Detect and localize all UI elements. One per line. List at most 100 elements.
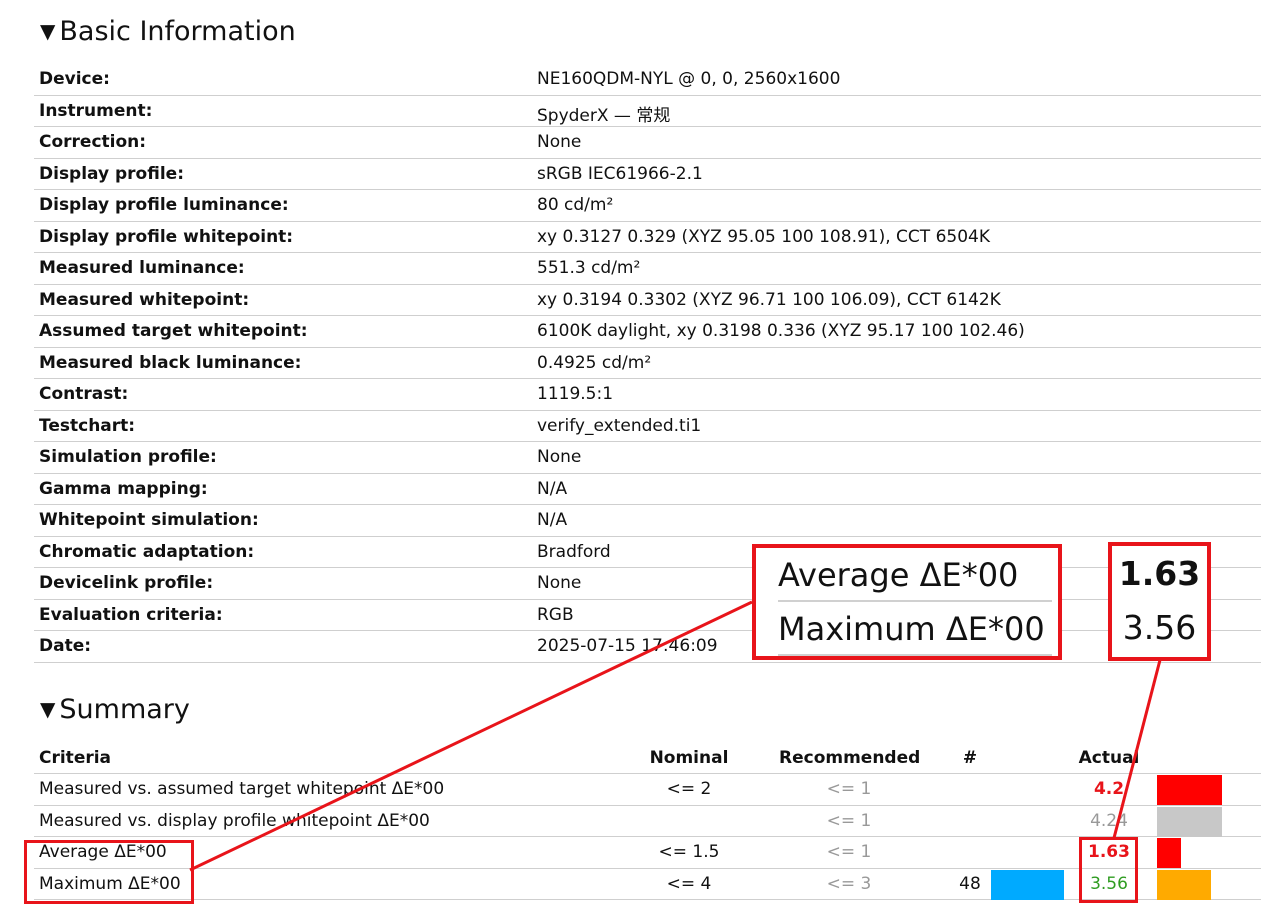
header-count: # bbox=[962, 748, 978, 768]
info-label: Display profile: bbox=[39, 163, 184, 184]
info-label: Device: bbox=[39, 69, 110, 89]
info-row: Assumed target whitepoint: 6100K daylight… bbox=[34, 316, 1261, 348]
info-label: Display profile luminance: bbox=[39, 195, 289, 215]
callout-zoom-values: 1.63 3.56 bbox=[1108, 542, 1211, 661]
info-label: Measured whitepoint: bbox=[39, 289, 250, 310]
summary-recommended: <= 1 bbox=[826, 842, 872, 862]
info-label: Whitepoint simulation: bbox=[39, 510, 259, 530]
info-value: N/A bbox=[537, 510, 568, 530]
header-actual: Actual bbox=[1078, 748, 1140, 768]
info-row: Gamma mapping: N/A bbox=[34, 474, 1261, 505]
callout-divider bbox=[778, 654, 1052, 656]
result-bar bbox=[1157, 869, 1211, 900]
summary-count: 48 bbox=[959, 873, 981, 894]
info-row: Devicelink profile: None bbox=[34, 568, 1261, 600]
info-row: Chromatic adaptation: Bradford bbox=[34, 537, 1261, 568]
info-row: Display profile whitepoint: xy 0.3127 0.3… bbox=[34, 222, 1261, 253]
header-recommended: Recommended bbox=[779, 748, 921, 768]
info-label: Devicelink profile: bbox=[39, 573, 214, 593]
callout-label-average: Average ΔE*00 bbox=[778, 556, 1019, 594]
result-bar bbox=[1157, 775, 1222, 805]
info-label: Date: bbox=[39, 636, 92, 656]
info-value: 6100K daylight, xy 0.3198 0.336 (XYZ 95.… bbox=[537, 321, 1025, 341]
summary-nominal: <= 4 bbox=[666, 873, 712, 894]
info-row: Measured black luminance: 0.4925 cd/m² bbox=[34, 348, 1261, 379]
summary-header-row: Criteria Nominal Recommended # Actual bbox=[34, 743, 1261, 774]
info-label: Testchart: bbox=[39, 415, 136, 436]
info-row: Date: 2025-07-15 17:46:09 bbox=[34, 631, 1261, 663]
summary-criteria: Measured vs. assumed target whitepoint Δ… bbox=[39, 779, 445, 799]
info-value: NE160QDM-NYL @ 0, 0, 2560x1600 bbox=[537, 69, 841, 89]
info-label: Measured black luminance: bbox=[39, 352, 302, 373]
highlight-box-values bbox=[1079, 837, 1138, 903]
info-label: Chromatic adaptation: bbox=[39, 541, 255, 562]
info-value: SpyderX — 常规 bbox=[537, 105, 671, 126]
info-row: Measured luminance: 551.3 cd/m² bbox=[34, 253, 1261, 285]
info-row: Simulation profile: None bbox=[34, 442, 1261, 474]
summary-heading[interactable]: ▼ Summary bbox=[40, 696, 190, 723]
info-value: sRGB IEC61966-2.1 bbox=[537, 163, 703, 184]
info-value: 551.3 cd/m² bbox=[537, 258, 641, 278]
highlight-box-labels bbox=[24, 840, 194, 904]
info-value: xy 0.3194 0.3302 (XYZ 96.71 100 106.09),… bbox=[537, 289, 1001, 310]
info-row: Evaluation criteria: RGB bbox=[34, 600, 1261, 631]
result-bar bbox=[1157, 838, 1181, 868]
summary-criteria: Measured vs. display profile whitepoint … bbox=[39, 810, 430, 831]
info-row: Display profile: sRGB IEC61966-2.1 bbox=[34, 159, 1261, 190]
info-row: Correction: None bbox=[34, 127, 1261, 159]
header-nominal: Nominal bbox=[649, 748, 729, 768]
info-row: Contrast: 1119.5:1 bbox=[34, 379, 1261, 411]
info-value: None bbox=[537, 573, 582, 593]
info-value: 2025-07-15 17:46:09 bbox=[537, 636, 718, 656]
info-row: Measured whitepoint: xy 0.3194 0.3302 (XY… bbox=[34, 285, 1261, 316]
summary-actual: 4.24 bbox=[1090, 810, 1128, 831]
basic-info-table: Device: NE160QDM-NYL @ 0, 0, 2560x1600 Ins… bbox=[34, 64, 1261, 663]
callout-divider bbox=[778, 600, 1052, 602]
info-value: 80 cd/m² bbox=[537, 195, 614, 215]
info-label: Evaluation criteria: bbox=[39, 604, 223, 625]
result-bar bbox=[1157, 806, 1222, 837]
header-criteria: Criteria bbox=[39, 748, 112, 768]
summary-nominal: <= 2 bbox=[666, 779, 712, 799]
callout-label-maximum: Maximum ΔE*00 bbox=[778, 610, 1045, 648]
collapse-triangle-icon[interactable]: ▼ bbox=[40, 697, 55, 721]
info-value: None bbox=[537, 132, 582, 152]
info-label: Correction: bbox=[39, 132, 147, 152]
summary-recommended: <= 1 bbox=[826, 810, 872, 831]
info-label: Simulation profile: bbox=[39, 447, 217, 467]
info-value: xy 0.3127 0.329 (XYZ 95.05 100 108.91), … bbox=[537, 226, 990, 247]
info-label: Instrument: bbox=[39, 100, 153, 121]
summary-row: Average ΔE*00 <= 1.5 <= 1 1.63 bbox=[34, 837, 1261, 869]
info-label: Display profile whitepoint: bbox=[39, 226, 294, 247]
info-label: Contrast: bbox=[39, 384, 129, 404]
info-value: verify_extended.ti1 bbox=[537, 415, 702, 436]
info-row: Instrument: SpyderX — 常规 bbox=[34, 96, 1261, 127]
info-label: Gamma mapping: bbox=[39, 478, 208, 499]
summary-row: Measured vs. display profile whitepoint … bbox=[34, 806, 1261, 837]
distribution-bar bbox=[991, 869, 1064, 900]
info-value: 0.4925 cd/m² bbox=[537, 352, 652, 373]
info-value: None bbox=[537, 447, 582, 467]
info-value: N/A bbox=[537, 478, 568, 499]
summary-recommended: <= 1 bbox=[826, 779, 872, 799]
info-row: Whitepoint simulation: N/A bbox=[34, 505, 1261, 537]
summary-nominal: <= 1.5 bbox=[658, 842, 720, 862]
summary-recommended: <= 3 bbox=[826, 873, 872, 894]
summary-row: Measured vs. assumed target whitepoint Δ… bbox=[34, 774, 1261, 806]
callout-value-maximum: 3.56 bbox=[1122, 608, 1197, 647]
info-label: Measured luminance: bbox=[39, 258, 245, 278]
info-row: Display profile luminance: 80 cd/m² bbox=[34, 190, 1261, 222]
info-value: RGB bbox=[537, 604, 574, 625]
basic-info-heading[interactable]: ▼ Basic Information bbox=[40, 18, 296, 45]
basic-info-title: Basic Information bbox=[59, 16, 296, 47]
summary-rows: Measured vs. assumed target whitepoint Δ… bbox=[34, 774, 1261, 900]
info-value: 1119.5:1 bbox=[537, 384, 614, 404]
summary-row: Maximum ΔE*00 <= 4 <= 3 48 3.56 bbox=[34, 869, 1261, 900]
callout-value-average: 1.63 bbox=[1118, 554, 1201, 593]
summary-table: Criteria Nominal Recommended # Actual Me… bbox=[34, 743, 1261, 900]
callout-zoom-labels: Average ΔE*00 Maximum ΔE*00 bbox=[752, 544, 1062, 660]
collapse-triangle-icon[interactable]: ▼ bbox=[40, 19, 55, 43]
info-row: Device: NE160QDM-NYL @ 0, 0, 2560x1600 bbox=[34, 64, 1261, 96]
summary-actual: 4.2 bbox=[1093, 779, 1125, 799]
info-row: Testchart: verify_extended.ti1 bbox=[34, 411, 1261, 442]
